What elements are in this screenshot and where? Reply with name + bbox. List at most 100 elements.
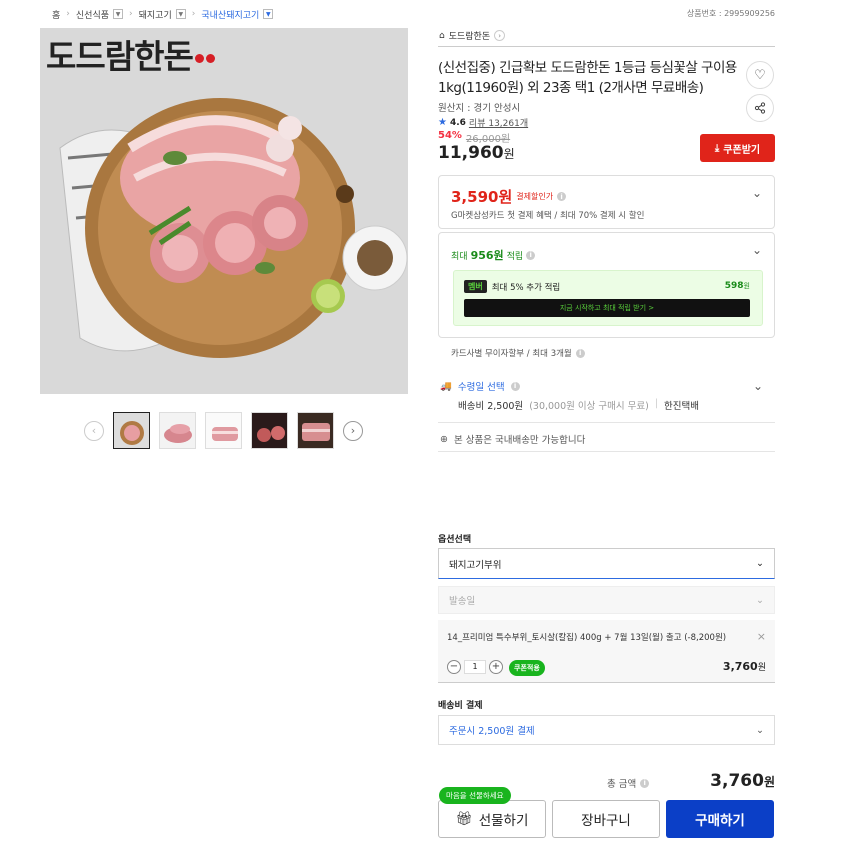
chevron-down-icon[interactable]: ▼ xyxy=(113,9,124,19)
info-icon[interactable]: i xyxy=(557,192,567,201)
minus-button[interactable]: − xyxy=(447,660,461,674)
club-points: 598원 xyxy=(724,281,750,291)
next-arrow-icon[interactable]: › xyxy=(343,420,363,441)
quantity-input[interactable]: 1 xyxy=(464,660,486,674)
chevron-down-icon: ⌄ xyxy=(756,594,764,606)
chevron-down-icon[interactable]: ▼ xyxy=(263,9,274,19)
brand-logo: 도드람한돈 xyxy=(46,30,215,78)
chevron-down-icon[interactable]: ⌄ xyxy=(752,186,762,200)
gift-icon: 🎁︎ xyxy=(455,811,473,827)
points-value: 956원 xyxy=(470,249,504,262)
divider xyxy=(438,451,775,452)
delivery-date-link[interactable]: 수령일 선택 xyxy=(458,379,505,393)
points-panel[interactable]: 최대 956원 적립 i ⌄ 멤버 최대 5% 추가 적립 598원 지금 시작… xyxy=(438,232,775,338)
card-discount-desc: G마켓삼성카드 첫 결제 혜택 / 최대 70% 결제 시 할인 xyxy=(451,211,645,221)
option-price: 3,760원 xyxy=(722,660,766,673)
product-number: 상품번호 : 2995909256 xyxy=(686,9,775,18)
points-summary: 최대 956원 적립 i xyxy=(451,247,536,263)
thumbnail-5[interactable] xyxy=(297,412,334,449)
share-glyph xyxy=(754,102,766,114)
shipping-payment-title: 배송비 결제 xyxy=(438,701,483,711)
option-select-ship-date[interactable]: 발송일 ⌄ xyxy=(438,586,775,614)
thumbnail-image xyxy=(252,413,287,448)
star-icon: ★ xyxy=(438,117,447,128)
breadcrumb-category-1[interactable]: 신선식품 ▼ xyxy=(76,8,124,21)
option-select-part[interactable]: 돼지고기부위 ⌄ xyxy=(438,548,775,579)
plus-button[interactable]: + xyxy=(489,660,503,674)
divider xyxy=(438,422,775,423)
thumbnail-3[interactable] xyxy=(205,412,242,449)
card-discount-label: 결제할인가 xyxy=(516,192,554,201)
selected-option-item: 14_프리미엄 특수부위_토시살(칼집) 400g + 7월 13일(월) 출고… xyxy=(438,620,775,683)
courier-name: 한진택배 xyxy=(664,401,699,412)
club-join-button[interactable]: 지금 시작하고 최대 적립 받기 > xyxy=(464,299,750,317)
cart-button[interactable]: 장바구니 xyxy=(552,800,660,838)
chevron-right-icon: › xyxy=(191,9,196,19)
thumbnail-2[interactable] xyxy=(159,412,196,449)
truck-icon: 🚚 xyxy=(440,380,452,392)
coupon-applied-badge: 쿠폰적용 xyxy=(509,660,545,676)
thumbnail-image xyxy=(206,413,241,448)
quantity-stepper: − 1 + xyxy=(447,660,503,674)
prev-arrow-icon[interactable]: ‹ xyxy=(84,420,104,441)
home-icon: ⌂ xyxy=(439,30,445,41)
thumbnail-4[interactable] xyxy=(251,412,288,449)
domestic-shipping-note: ⊕ 본 상품은 국내배송만 가능합니다 xyxy=(440,433,586,447)
shop-link[interactable]: ⌂ 도드람한돈 › xyxy=(439,29,506,42)
sale-price: 11,960원 xyxy=(438,143,515,163)
origin-text: 원산지 : 경기 안성시 xyxy=(438,103,521,114)
product-title: (신선집중) 긴급확보 도드람한돈 1등급 등심꽃살 구이용 1kg(11960… xyxy=(438,60,737,96)
thumbnail-image xyxy=(298,413,333,448)
thumbnail-1[interactable] xyxy=(113,412,150,449)
coupon-button-label: 쿠폰받기 xyxy=(723,144,761,156)
chevron-down-icon[interactable]: ▼ xyxy=(175,9,186,19)
heart-icon[interactable]: ♡ xyxy=(746,61,774,89)
share-icon[interactable] xyxy=(746,94,774,122)
selected-option-name: 14_프리미엄 특수부위_토시살(칼집) 400g + 7월 13일(월) 출고… xyxy=(447,633,727,643)
card-discount-panel[interactable]: 3,590원 결제할인가 i G마켓삼성카드 첫 결제 혜택 / 최대 70% … xyxy=(438,175,775,229)
card-discount-price: 3,590원 xyxy=(451,188,513,206)
chevron-right-icon: › xyxy=(129,9,133,19)
breadcrumb-category-2[interactable]: 돼지고기 ▼ xyxy=(139,8,186,21)
shipping-fee: 배송비 2,500원 (30,000원 이상 구매시 무료) | 한진택배 xyxy=(458,398,699,412)
breadcrumb: 홈 › 신선식품 ▼ › 돼지고기 ▼ › 국내산돼지고기 ▼ xyxy=(52,7,274,21)
chevron-right-icon: › xyxy=(66,9,70,19)
shipping-payment-select[interactable]: 주문시 2,500원 결제 ⌄ xyxy=(438,715,775,745)
thumbnail-image xyxy=(160,413,195,448)
info-icon[interactable]: i xyxy=(575,348,585,358)
delivery-date-row[interactable]: 🚚 수령일 선택 i ⌄ xyxy=(440,379,775,393)
rating-score: 4.6 xyxy=(449,117,466,128)
chevron-down-icon: ⌄ xyxy=(756,724,764,736)
installment-info: 카드사별 무이자할부 / 최대 3개월 i xyxy=(451,347,585,359)
option-section-title: 옵션선택 xyxy=(438,535,472,545)
club-text: 최대 5% 추가 적립 xyxy=(491,282,561,293)
rating: ★ 4.6 리뷰 13,261개 xyxy=(438,116,528,129)
chevron-down-icon[interactable]: ⌄ xyxy=(753,379,763,393)
download-icon: ⤓ xyxy=(714,142,720,154)
chevron-down-icon[interactable]: ⌄ xyxy=(752,243,762,257)
globe-icon: ⊕ xyxy=(440,433,448,445)
buy-button[interactable]: 구매하기 xyxy=(666,800,774,838)
divider xyxy=(438,46,775,47)
club-promo: 멤버 최대 5% 추가 적립 598원 지금 시작하고 최대 적립 받기 > xyxy=(453,270,763,326)
coupon-download-button[interactable]: ⤓ 쿠폰받기 xyxy=(700,134,775,162)
chevron-right-icon: › xyxy=(494,30,506,41)
info-icon[interactable]: i xyxy=(526,250,536,260)
pork-dish-illustration xyxy=(40,28,408,394)
total-label: 총 금액 i xyxy=(607,776,650,790)
gift-button-label: 선물하기 xyxy=(478,813,529,829)
chevron-down-icon: ⌄ xyxy=(756,558,764,569)
info-icon[interactable]: i xyxy=(510,381,520,391)
main-product-image[interactable]: 도드람한돈 xyxy=(40,28,408,394)
review-link[interactable]: 리뷰 13,261개 xyxy=(469,116,528,129)
shop-name: 도드람한돈 xyxy=(448,32,491,42)
close-icon[interactable]: × xyxy=(757,630,766,643)
thumbnail-strip: ‹ › xyxy=(84,412,363,449)
breadcrumb-home[interactable]: 홈 xyxy=(52,8,60,21)
total-price: 3,760원 xyxy=(710,771,775,791)
info-icon[interactable]: i xyxy=(640,778,650,788)
club-badge: 멤버 xyxy=(464,280,487,293)
breadcrumb-category-3[interactable]: 국내산돼지고기 ▼ xyxy=(201,8,274,21)
gift-button[interactable]: 🎁︎ 선물하기 xyxy=(438,800,546,838)
thumbnail-image xyxy=(114,413,149,448)
